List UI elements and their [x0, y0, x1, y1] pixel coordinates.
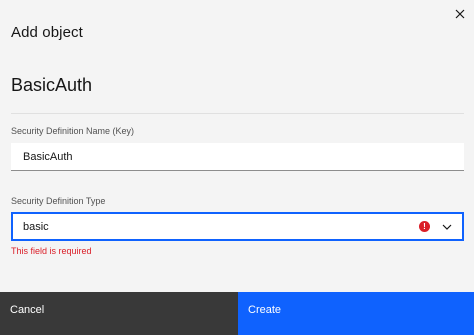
modal-title: BasicAuth — [11, 75, 93, 95]
type-field-label: Security Definition Type — [11, 196, 106, 206]
modal-footer: Cancel Create — [0, 292, 474, 335]
name-field-label: Security Definition Name (Key) — [11, 126, 135, 136]
error-icon: ! — [419, 221, 430, 232]
select-value: basic — [23, 220, 49, 233]
cancel-button[interactable]: Cancel — [0, 292, 238, 335]
security-definition-type-select[interactable]: basic ! — [11, 212, 464, 241]
create-button[interactable]: Create — [238, 292, 474, 335]
modal-header-label: Add object — [11, 24, 83, 41]
security-definition-name-input[interactable] — [11, 143, 464, 171]
divider — [11, 113, 464, 114]
add-object-modal: Add object BasicAuth Security Definition… — [0, 0, 474, 335]
close-button[interactable] — [450, 5, 470, 25]
close-icon — [455, 6, 465, 24]
error-message: This field is required — [11, 246, 92, 256]
chevron-down-icon — [442, 222, 452, 232]
